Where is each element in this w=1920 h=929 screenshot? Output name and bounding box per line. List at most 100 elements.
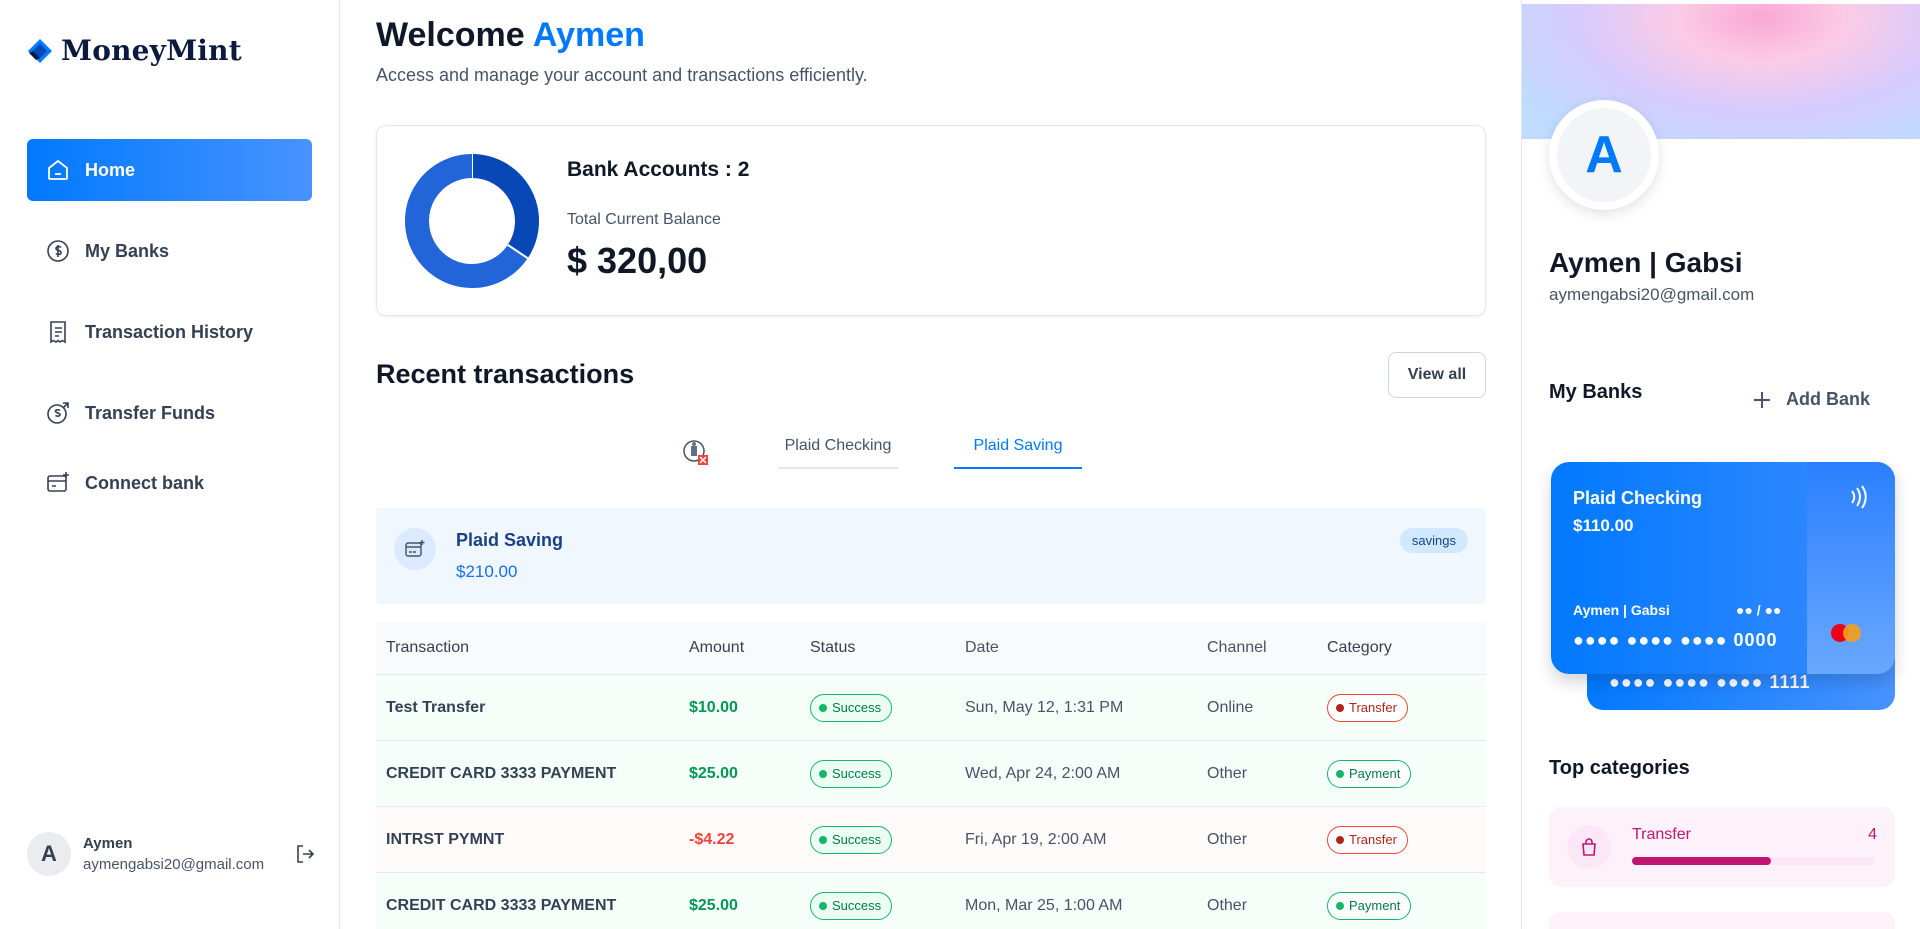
- shopping-bag-icon: [1582, 838, 1596, 856]
- tab-plaid-checking[interactable]: Plaid Checking: [778, 437, 898, 469]
- add-bank-button[interactable]: Add Bank: [1752, 389, 1870, 410]
- profile-avatar[interactable]: A: [1549, 100, 1659, 210]
- transaction-name: CREDIT CARD 3333 PAYMENT: [386, 764, 617, 782]
- transaction-date: Fri, Apr 19, 2:00 AM: [965, 830, 1107, 848]
- brand-name: MoneyMint: [61, 34, 242, 67]
- category-badge: Payment: [1327, 759, 1412, 788]
- category-name: Transfer: [1632, 826, 1691, 843]
- brand-logo[interactable]: MoneyMint: [27, 34, 242, 67]
- category-count: 4: [1868, 826, 1877, 843]
- transaction-name: INTRST PYMNT: [386, 830, 505, 848]
- tab-plaid-saving[interactable]: Plaid Saving: [954, 437, 1082, 469]
- sidebar-item-connect-bank[interactable]: Connect bank: [27, 452, 312, 514]
- sidebar-user: A Aymen aymengabsi20@gmail.com: [27, 832, 317, 876]
- category-icon: [1567, 825, 1611, 869]
- dollar-icon: [47, 240, 69, 262]
- table-row[interactable]: CREDIT CARD 3333 PAYMENT $25.00 Success …: [376, 873, 1486, 929]
- user-email: aymengabsi20@gmail.com: [83, 856, 265, 873]
- card-holder: Aymen | Gabsi: [1573, 602, 1670, 618]
- sidebar-item-label: Connect bank: [85, 472, 205, 493]
- category-item[interactable]: [1549, 912, 1895, 929]
- sidebar-item-transfer-funds[interactable]: Transfer Funds: [27, 382, 312, 444]
- status-label: Success: [832, 832, 882, 847]
- card-balance: $110.00: [1573, 516, 1634, 535]
- sidebar-item-transaction-history[interactable]: Transaction History: [27, 301, 312, 363]
- sidebar-item-label: Transaction History: [85, 321, 254, 342]
- category-label: Transfer: [1349, 832, 1397, 847]
- status-dot: [819, 769, 827, 778]
- account-name: Plaid Saving: [456, 530, 564, 550]
- transaction-channel: Other: [1207, 830, 1248, 848]
- card-bank-name: Plaid Checking: [1573, 488, 1703, 508]
- mastercard-icon: [1831, 624, 1861, 642]
- table-row[interactable]: INTRST PYMNT -$4.22 Success Fri, Apr 19,…: [376, 807, 1486, 873]
- money-send-icon: [47, 402, 69, 424]
- profile-email: aymengabsi20@gmail.com: [1549, 285, 1755, 304]
- user-meta: Aymen aymengabsi20@gmail.com: [83, 835, 281, 873]
- table-row[interactable]: Test Transfer $10.00 Success Sun, May 12…: [376, 675, 1486, 741]
- status-dot: [819, 835, 827, 844]
- status-dot: [819, 901, 827, 910]
- category-dot: [1336, 901, 1344, 910]
- category-item-transfer[interactable]: Transfer 4: [1549, 807, 1895, 887]
- page-title: Welcome Aymen: [376, 16, 645, 55]
- avatar[interactable]: A: [27, 832, 71, 876]
- card-expiry: ●● / ●●: [1736, 602, 1782, 618]
- bank-card-front[interactable]: Plaid Checking $110.00 Aymen | Gabsi ●● …: [1551, 462, 1895, 674]
- user-name: Aymen: [83, 835, 133, 852]
- status-label: Success: [832, 766, 882, 781]
- add-bank-label: Add Bank: [1786, 389, 1871, 409]
- transaction-amount: $10.00: [689, 698, 738, 716]
- category-badge: Payment: [1327, 891, 1412, 920]
- sidebar-item-label: Transfer Funds: [85, 402, 216, 423]
- receipt-icon: [50, 321, 66, 344]
- sidebar-item-label: My Banks: [85, 240, 170, 261]
- logout-icon[interactable]: [293, 842, 317, 866]
- status-badge: Success: [810, 891, 893, 920]
- category-progress: [1632, 857, 1875, 865]
- view-all-button[interactable]: View all: [1388, 352, 1486, 398]
- account-icon: [394, 528, 436, 570]
- transaction-date: Wed, Apr 24, 2:00 AM: [965, 764, 1121, 782]
- welcome-prefix: Welcome: [376, 16, 525, 54]
- category-dot: [1336, 835, 1344, 844]
- donut-slice-plaid-checking: [471, 154, 539, 259]
- table-header: Transaction Amount Status Date Channel C…: [376, 622, 1486, 675]
- column-header: Amount: [689, 639, 745, 656]
- transaction-name: CREDIT CARD 3333 PAYMENT: [386, 896, 617, 914]
- column-header: Channel: [1207, 639, 1267, 656]
- column-header: Transaction: [386, 639, 469, 656]
- sidebar-item-home[interactable]: Home: [27, 139, 312, 201]
- category-label: Payment: [1349, 766, 1401, 781]
- left-sidebar: MoneyMint Home My Banks Transaction Hist…: [0, 0, 340, 929]
- welcome-user-name: Aymen: [532, 16, 645, 54]
- column-header: Category: [1327, 639, 1392, 656]
- status-label: Success: [832, 700, 882, 715]
- status-badge: Success: [810, 759, 893, 788]
- page-subtitle: Access and manage your account and trans…: [376, 65, 868, 85]
- app-root: MoneyMint Home My Banks Transaction Hist…: [0, 0, 1920, 929]
- status-badge: Success: [810, 825, 893, 854]
- top-categories-title: Top categories: [1549, 757, 1690, 779]
- card-icon: [405, 540, 425, 557]
- contactless-icon: [1851, 485, 1867, 509]
- transaction-amount: -$4.22: [689, 830, 735, 848]
- transaction-channel: Online: [1207, 698, 1254, 716]
- bank-accounts-count: Bank Accounts : 2: [567, 158, 750, 181]
- logo-icon: [28, 38, 52, 63]
- profile-name: Aymen | Gabsi: [1549, 247, 1743, 278]
- category-dot: [1336, 703, 1344, 712]
- transactions-table: Transaction Amount Status Date Channel C…: [376, 622, 1486, 929]
- balance-donut-chart: [405, 154, 539, 288]
- column-header: Date: [965, 639, 999, 656]
- account-type-badge: savings: [1399, 528, 1468, 553]
- right-sidebar: A Aymen | Gabsi aymengabsi20@gmail.com M…: [1521, 0, 1920, 929]
- account-balance: $210.00: [456, 562, 518, 581]
- table-row[interactable]: CREDIT CARD 3333 PAYMENT $25.00 Success …: [376, 741, 1486, 807]
- main-content: Welcome Aymen Access and manage your acc…: [376, 0, 1486, 929]
- sidebar-item-label: Home: [85, 159, 136, 180]
- sidebar-item-my-banks[interactable]: My Banks: [27, 220, 312, 282]
- my-banks-title: My Banks: [1549, 381, 1643, 403]
- home-icon: [48, 159, 68, 180]
- selected-account-panel: Plaid Saving $210.00 savings: [376, 508, 1486, 604]
